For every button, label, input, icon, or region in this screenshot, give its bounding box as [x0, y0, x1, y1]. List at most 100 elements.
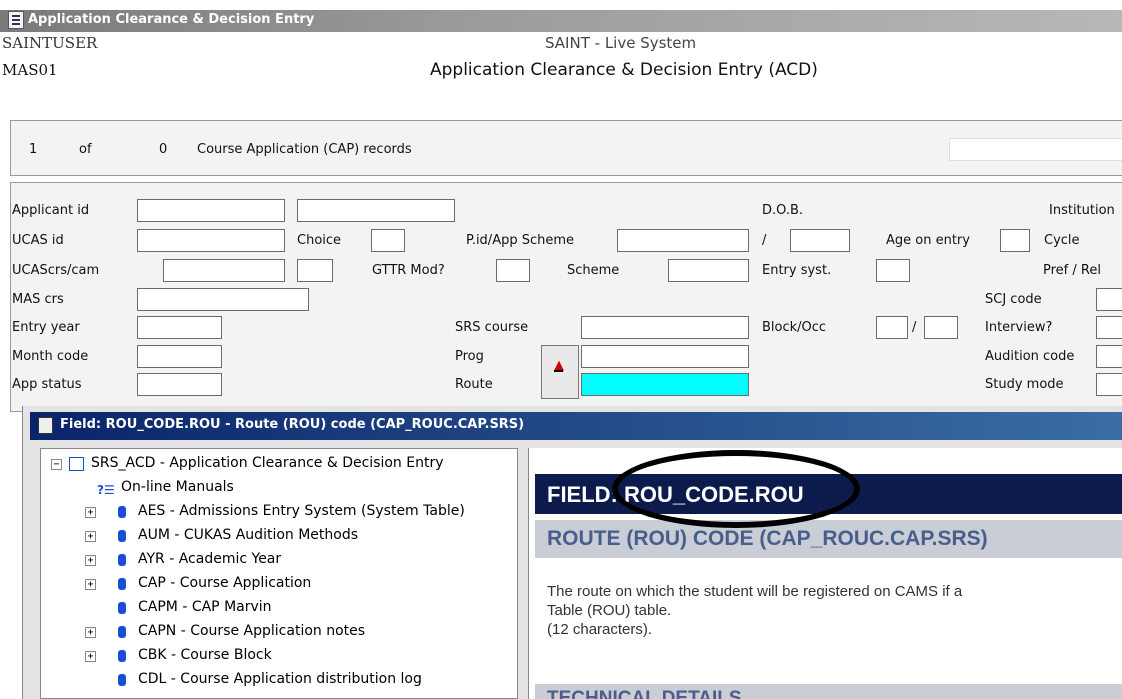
scj-code-label: SCJ code: [985, 292, 1042, 307]
srs-course-field[interactable]: [581, 316, 749, 339]
doc-description: The route on which the student will be r…: [547, 582, 962, 639]
month-code-field[interactable]: [137, 345, 222, 368]
system-name: SAINT - Live System: [545, 34, 697, 52]
tree-root[interactable]: SRS_ACD - Application Clearance & Decisi…: [91, 455, 444, 471]
field-window-title: Field: ROU_CODE.ROU - Route (ROU) code (…: [60, 417, 525, 432]
block-occ-slash: /: [912, 320, 917, 335]
record-bar: 1 of 0 Course Application (CAP) records: [10, 120, 1122, 176]
study-mode-field[interactable]: [1096, 373, 1122, 396]
field-window-title-bar[interactable]: Field: ROU_CODE.ROU - Route (ROU) code (…: [30, 412, 1122, 440]
occ-field[interactable]: [924, 316, 958, 339]
mas-crs-field[interactable]: [137, 288, 309, 311]
help-icon: ?☰: [97, 483, 115, 497]
screen-title: Application Clearance & Decision Entry (…: [430, 60, 818, 80]
window-title: Application Clearance & Decision Entry: [28, 12, 315, 27]
expand-icon[interactable]: +: [85, 507, 96, 518]
tree-item[interactable]: CAPM - CAP Marvin: [138, 599, 272, 615]
record-label: Course Application (CAP) records: [197, 142, 412, 157]
highlight-ellipse: [612, 450, 860, 528]
table-icon: [118, 626, 126, 638]
lookup-button[interactable]: ▲: [541, 345, 579, 399]
study-mode-label: Study mode: [985, 377, 1064, 392]
cycle-label: Cycle: [1044, 233, 1080, 248]
list-icon: [69, 457, 84, 471]
ucas-id-label: UCAS id: [12, 233, 64, 248]
table-icon: [118, 554, 126, 566]
audition-code-field[interactable]: [1096, 345, 1122, 368]
doc-field-subheading-text: ROUTE (ROU) CODE (CAP_ROUC.CAP.SRS): [547, 527, 988, 550]
tree-item[interactable]: On-line Manuals: [121, 479, 234, 495]
tree-item[interactable]: AUM - CUKAS Audition Methods: [138, 527, 358, 543]
expand-icon[interactable]: +: [85, 579, 96, 590]
choice-field[interactable]: [371, 229, 405, 252]
collapse-icon[interactable]: −: [51, 459, 62, 470]
tree-item[interactable]: CDL - Course Application distribution lo…: [138, 671, 422, 687]
entry-year-field[interactable]: [137, 316, 222, 339]
doc-technical-heading-text: TECHNICAL DETAILS: [547, 688, 742, 699]
gttr-mod-field[interactable]: [496, 259, 530, 282]
tree-item[interactable]: AYR - Academic Year: [138, 551, 281, 567]
tree-item[interactable]: CAP - Course Application: [138, 575, 311, 591]
ucascrs-cam-label: UCAScrs/cam: [12, 263, 100, 278]
tree-item[interactable]: CAPN - Course Application notes: [138, 623, 365, 639]
block-occ-label: Block/Occ: [762, 320, 827, 335]
srs-course-label: SRS course: [455, 320, 529, 335]
prog-field[interactable]: [581, 345, 749, 368]
record-total: 0: [159, 142, 168, 157]
table-icon: [118, 674, 126, 686]
route-label: Route: [455, 377, 493, 392]
pid-app-scheme-label: P.id/App Scheme: [466, 233, 575, 248]
screen-code: MAS01: [2, 61, 58, 79]
dob-slash: /: [762, 233, 767, 248]
pid-app-scheme-field[interactable]: [617, 229, 749, 252]
dob-field[interactable]: [790, 229, 850, 252]
cam-field[interactable]: [297, 259, 333, 282]
scheme-label: Scheme: [567, 263, 620, 278]
table-icon: [118, 602, 126, 614]
doc-line-1: The route on which the student will be r…: [547, 583, 963, 600]
table-icon: [118, 650, 126, 662]
doc-line-3: (12 characters).: [547, 621, 653, 638]
table-icon: [118, 578, 126, 590]
app-status-field[interactable]: [137, 373, 222, 396]
route-field[interactable]: [581, 373, 749, 396]
entry-syst-label: Entry syst.: [762, 263, 832, 278]
block-field[interactable]: [876, 316, 908, 339]
record-search-field[interactable]: [949, 138, 1122, 161]
ucas-id-field[interactable]: [137, 229, 285, 252]
doc-field-subheading: ROUTE (ROU) CODE (CAP_ROUC.CAP.SRS): [535, 520, 1122, 558]
doc-line-2: Table (ROU) table.: [547, 602, 672, 619]
bar-icon: [554, 370, 563, 372]
entry-syst-field[interactable]: [876, 259, 910, 282]
tree-pane[interactable]: − SRS_ACD - Application Clearance & Deci…: [40, 448, 518, 699]
interview-label: Interview?: [985, 320, 1053, 335]
dob-label: D.O.B.: [762, 203, 804, 218]
tree-item[interactable]: CBK - Course Block: [138, 647, 272, 663]
age-on-entry-field[interactable]: [1000, 229, 1030, 252]
tree-item[interactable]: AES - Admissions Entry System (System Ta…: [138, 503, 465, 519]
entry-year-label: Entry year: [12, 320, 80, 335]
choice-label: Choice: [297, 233, 342, 248]
ucascrs-field[interactable]: [163, 259, 285, 282]
gttr-mod-label: GTTR Mod?: [372, 263, 445, 278]
interview-field[interactable]: [1096, 316, 1122, 339]
app-status-label: App status: [12, 377, 82, 392]
expand-icon[interactable]: +: [85, 555, 96, 566]
field-window-icon: [38, 417, 53, 434]
applicant-name-field[interactable]: [297, 199, 455, 222]
record-of: of: [79, 142, 92, 157]
mas-crs-label: MAS crs: [12, 292, 64, 307]
applicant-id-label: Applicant id: [12, 203, 90, 218]
expand-icon[interactable]: +: [85, 651, 96, 662]
expand-icon[interactable]: +: [85, 531, 96, 542]
applicant-id-field[interactable]: [137, 199, 285, 222]
expand-icon[interactable]: +: [85, 627, 96, 638]
form-icon: [8, 11, 24, 29]
age-on-entry-label: Age on entry: [886, 233, 970, 248]
scj-code-field[interactable]: [1096, 288, 1122, 311]
pref-rel-label: Pref / Rel: [1043, 263, 1101, 278]
scheme-field[interactable]: [668, 259, 749, 282]
user-name: SAINTUSER: [2, 34, 98, 52]
table-icon: [118, 530, 126, 542]
window-title-bar[interactable]: Application Clearance & Decision Entry: [0, 0, 1122, 32]
